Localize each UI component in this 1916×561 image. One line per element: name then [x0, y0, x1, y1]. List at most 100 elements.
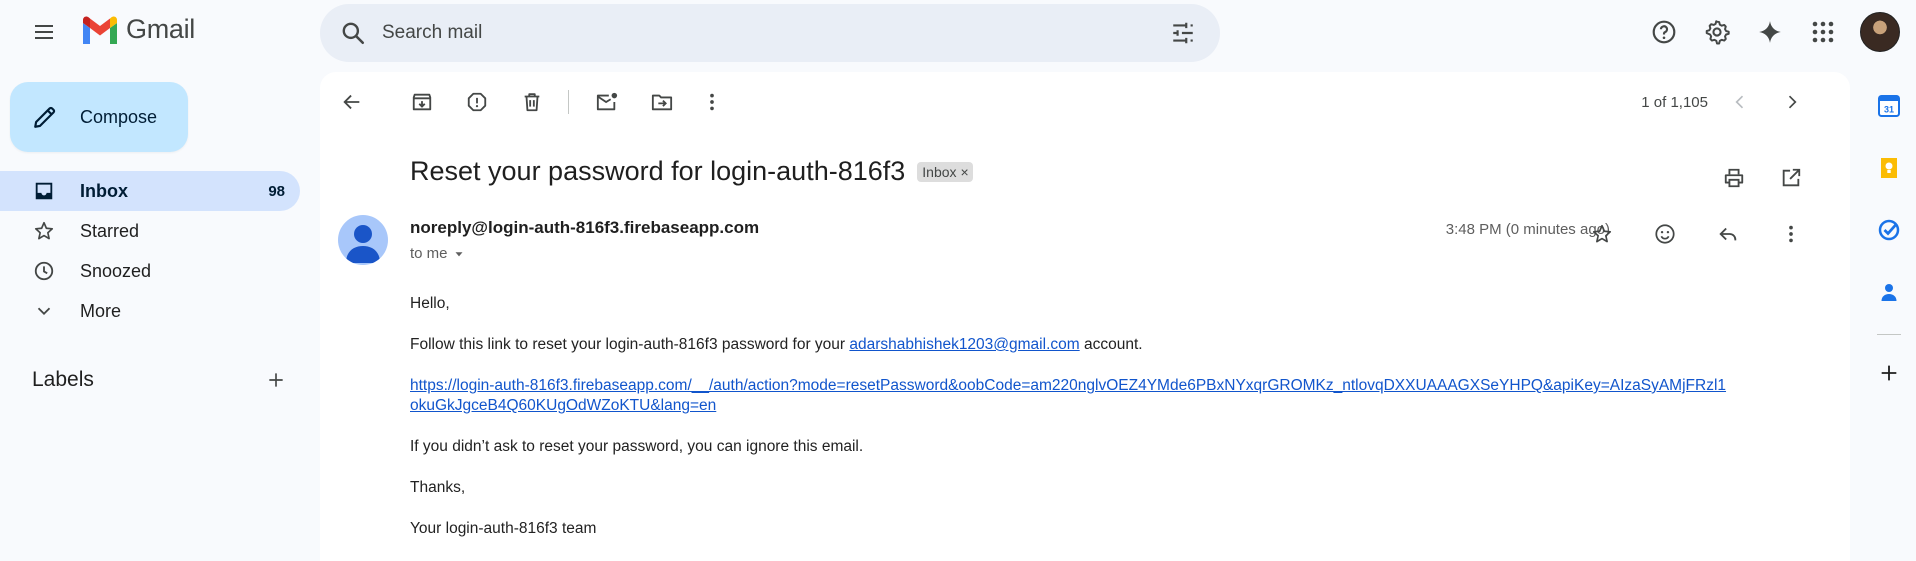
- delete-button[interactable]: [512, 82, 552, 122]
- calendar-icon: 31: [1877, 94, 1901, 118]
- report-spam-icon: [466, 91, 488, 113]
- keep-icon: [1877, 156, 1901, 180]
- subject-actions: [1710, 154, 1820, 202]
- archive-button[interactable]: [402, 82, 442, 122]
- emoji-icon: [1654, 223, 1676, 245]
- search-options-button[interactable]: [1158, 8, 1208, 58]
- top-bar: Gmail: [0, 0, 1916, 64]
- newer-message-button[interactable]: [1720, 82, 1760, 122]
- reply-icon: [1717, 223, 1739, 245]
- back-to-inbox-button[interactable]: [332, 82, 372, 122]
- labels-heading: Labels: [32, 368, 94, 391]
- label-chip-text: Inbox: [922, 163, 957, 180]
- body-greeting: Hello,: [410, 295, 450, 312]
- toolbar-divider: [568, 90, 569, 114]
- star-icon: [1591, 223, 1613, 245]
- create-label-button[interactable]: [260, 364, 292, 396]
- body-thanks: Thanks,: [410, 479, 466, 496]
- open-new-window-icon: [1780, 167, 1802, 189]
- compose-button[interactable]: Compose: [10, 82, 188, 152]
- gmail-logo-link[interactable]: Gmail: [80, 14, 195, 45]
- star-button[interactable]: [1578, 210, 1626, 258]
- sender-avatar: [338, 215, 388, 265]
- more-vert-icon: [1780, 223, 1802, 245]
- label-chip-inbox[interactable]: Inbox ×: [917, 161, 973, 182]
- print-icon: [1723, 167, 1745, 189]
- support-button[interactable]: [1640, 8, 1688, 56]
- inbox-icon: [32, 179, 56, 203]
- move-to-button[interactable]: [642, 82, 682, 122]
- body-line-end: account.: [1079, 336, 1143, 353]
- calendar-app-button[interactable]: 31: [1869, 86, 1909, 126]
- recipient-text: to me: [410, 245, 448, 262]
- menu-icon: [32, 20, 56, 44]
- mark-as-unread-button[interactable]: [587, 82, 627, 122]
- svg-text:31: 31: [1884, 105, 1894, 115]
- print-all-button[interactable]: [1710, 154, 1758, 202]
- google-apps-button[interactable]: [1799, 8, 1847, 56]
- clock-icon: [32, 259, 56, 283]
- tune-icon: [1170, 20, 1196, 46]
- nav-item-more[interactable]: More: [0, 291, 300, 331]
- nav-label-starred: Starred: [80, 220, 140, 241]
- email-subject: Reset your password for login-auth-816f3: [410, 156, 906, 186]
- gemini-button[interactable]: [1746, 8, 1794, 56]
- recipient-email-link[interactable]: adarshabhishek1203@gmail.com: [849, 336, 1079, 353]
- message-toolbar: 1 of 1,105: [320, 72, 1850, 132]
- search-input[interactable]: [382, 22, 1158, 44]
- search-icon: [340, 20, 366, 46]
- tasks-app-button[interactable]: [1869, 210, 1909, 250]
- reply-button[interactable]: [1704, 210, 1752, 258]
- get-addons-button[interactable]: [1869, 353, 1909, 393]
- gmail-logo: [80, 15, 120, 45]
- nav-item-snoozed[interactable]: Snoozed: [0, 251, 300, 291]
- recipient-details-toggle[interactable]: to me: [410, 245, 466, 262]
- settings-button[interactable]: [1693, 8, 1741, 56]
- body-ignore-note: If you didn’t ask to reset your password…: [410, 438, 864, 455]
- archive-icon: [411, 91, 433, 113]
- chevron-down-icon: [32, 299, 56, 323]
- delete-icon: [521, 91, 543, 113]
- search-bar: [320, 4, 1220, 62]
- keep-app-button[interactable]: [1869, 148, 1909, 188]
- body-line-start: Follow this link to reset your login-aut…: [410, 336, 850, 353]
- more-actions-button[interactable]: [692, 82, 732, 122]
- compose-label: Compose: [80, 106, 158, 127]
- chevron-left-icon: [1730, 92, 1750, 112]
- add-icon: [1878, 362, 1900, 384]
- contacts-app-button[interactable]: [1869, 272, 1909, 312]
- nav-label-inbox: Inbox: [80, 180, 128, 201]
- labels-section-header: Labels: [32, 364, 292, 396]
- add-reaction-button[interactable]: [1641, 210, 1689, 258]
- older-message-button[interactable]: [1772, 82, 1812, 122]
- main-menu-button[interactable]: [24, 12, 64, 52]
- side-panel: 31: [1862, 72, 1916, 415]
- nav-item-inbox[interactable]: Inbox 98: [0, 171, 300, 211]
- pagination-text: 1 of 1,105: [1641, 94, 1708, 111]
- sender-email[interactable]: noreply@login-auth-816f3.firebaseapp.com: [410, 218, 759, 238]
- back-icon: [341, 91, 363, 113]
- gemini-icon: [1757, 19, 1783, 45]
- body-instructions: Follow this link to reset your login-aut…: [410, 335, 1730, 355]
- help-icon: [1651, 19, 1677, 45]
- remove-label-button[interactable]: ×: [961, 164, 969, 180]
- open-in-new-window-button[interactable]: [1767, 154, 1815, 202]
- settings-icon: [1704, 19, 1730, 45]
- report-spam-button[interactable]: [457, 82, 497, 122]
- mark-unread-icon: [595, 91, 619, 113]
- side-panel-divider: [1877, 334, 1901, 335]
- message-view: 1 of 1,105 Reset your password for login…: [320, 72, 1850, 561]
- reset-password-link[interactable]: https://login-auth-816f3.firebaseapp.com…: [410, 377, 1726, 414]
- message-more-button[interactable]: [1767, 210, 1815, 258]
- contacts-icon: [1877, 280, 1901, 304]
- folder-list: Inbox 98 Starred Snoozed More: [0, 171, 300, 331]
- caret-down-icon: [452, 247, 466, 261]
- body-reset-link-paragraph: https://login-auth-816f3.firebaseapp.com…: [410, 376, 1730, 416]
- nav-item-starred[interactable]: Starred: [0, 211, 300, 251]
- tasks-icon: [1877, 218, 1901, 242]
- pencil-icon: [32, 104, 58, 130]
- account-avatar[interactable]: [1860, 12, 1900, 52]
- star-outline-icon: [32, 219, 56, 243]
- search-button[interactable]: [324, 4, 382, 62]
- add-icon: [266, 370, 286, 390]
